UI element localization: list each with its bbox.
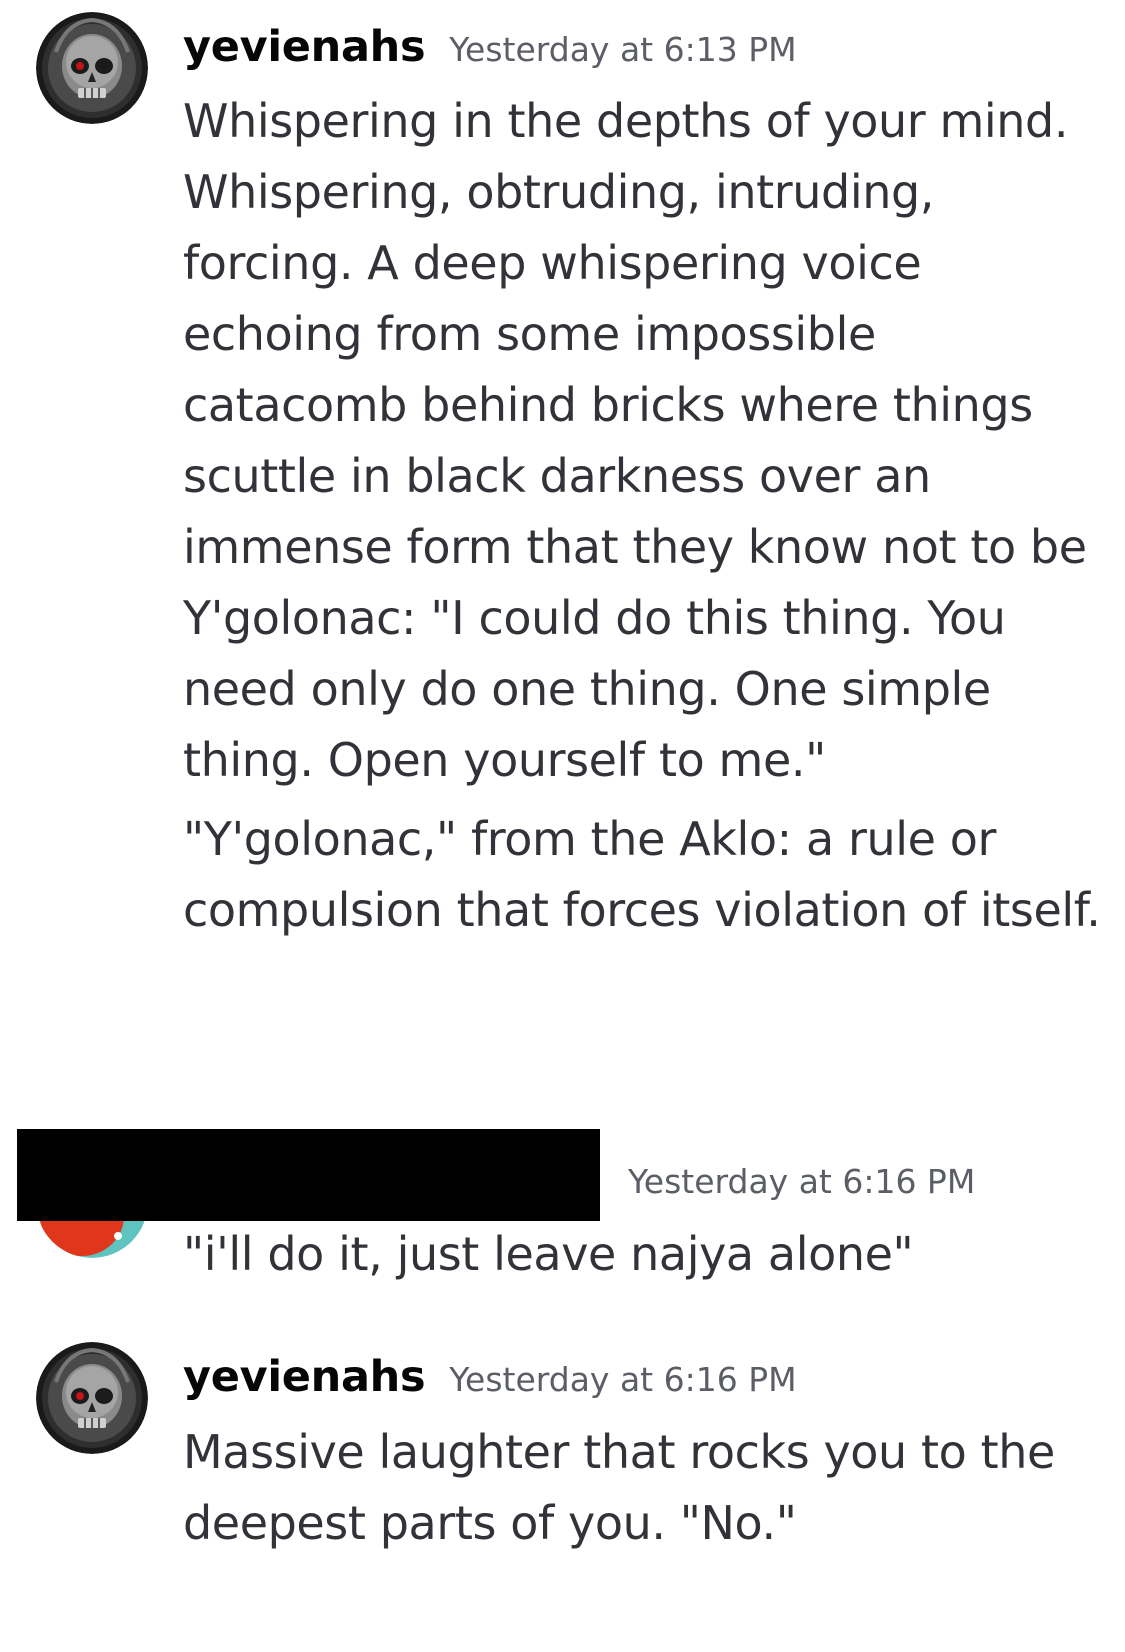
timestamp: Yesterday at 6:16 PM xyxy=(628,1162,976,1201)
skull-avatar-icon[interactable] xyxy=(36,12,148,124)
message-paragraph: Whispering in the depths of your mind. W… xyxy=(183,94,1087,787)
redacted-username-block xyxy=(17,1129,600,1221)
message-header: yevienahs Yesterday at 6:16 PM xyxy=(183,1352,797,1402)
message-header: yevienahs Yesterday at 6:13 PM xyxy=(183,22,797,72)
timestamp: Yesterday at 6:16 PM xyxy=(449,1360,797,1399)
message-content: "i'll do it, just leave najya alone" xyxy=(183,1219,1103,1290)
message-content: Whispering in the depths of your mind. W… xyxy=(183,86,1103,946)
message-content: Massive laughter that rocks you to the d… xyxy=(183,1417,1103,1559)
message-paragraph: Massive laughter that rocks you to the d… xyxy=(183,1425,1055,1550)
timestamp: Yesterday at 6:13 PM xyxy=(449,30,797,69)
username[interactable]: yevienahs xyxy=(183,22,426,72)
message-paragraph: "Y'golonac," from the Aklo: a rule or co… xyxy=(183,812,1101,937)
skull-avatar-icon[interactable] xyxy=(36,1342,148,1454)
username[interactable]: yevienahs xyxy=(183,1352,426,1402)
message-paragraph: "i'll do it, just leave najya alone" xyxy=(183,1227,914,1281)
